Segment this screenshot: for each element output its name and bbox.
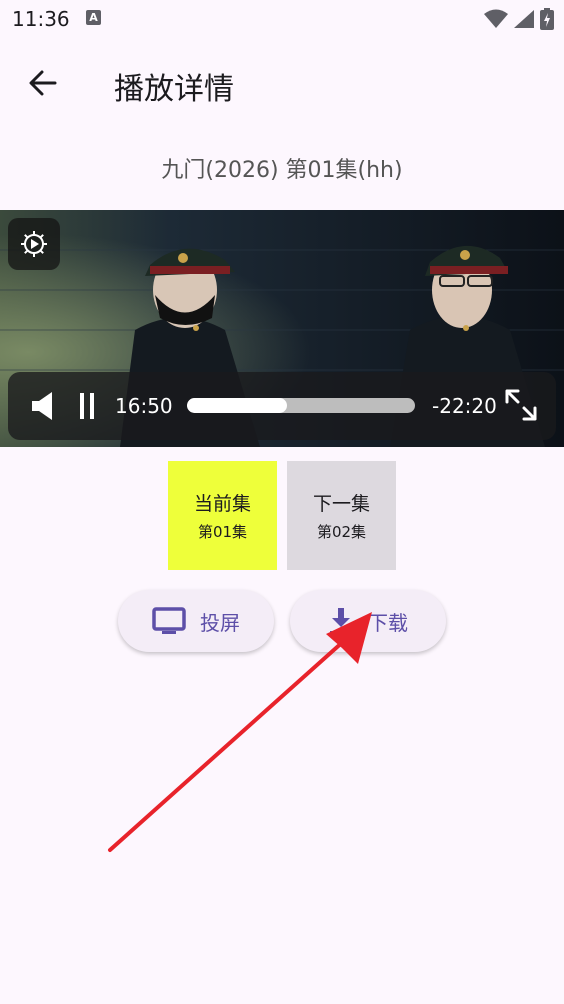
- app-bar: 播放详情: [0, 50, 564, 116]
- wifi-icon: [483, 9, 508, 28]
- annotation-arrow: [108, 612, 372, 852]
- pause-button[interactable]: [78, 391, 96, 425]
- battery-charging-icon: [540, 8, 554, 30]
- progress-fill: [187, 398, 288, 413]
- status-bar: 11:36 A: [0, 0, 564, 38]
- cellular-signal-icon: [513, 10, 534, 28]
- fullscreen-icon: [505, 389, 537, 421]
- video-settings-button[interactable]: [8, 218, 60, 270]
- arrow-left-icon: [29, 70, 57, 96]
- back-button[interactable]: [18, 58, 68, 108]
- status-time: 11:36: [12, 7, 70, 31]
- gear-icon: [21, 231, 47, 257]
- cast-button[interactable]: 投屏: [118, 590, 274, 652]
- fullscreen-button[interactable]: [504, 388, 538, 426]
- episode-title: 当前集: [193, 493, 251, 515]
- volume-button[interactable]: [30, 391, 54, 425]
- episode-card-next[interactable]: 下一集 第02集: [287, 461, 396, 570]
- volume-icon: [32, 392, 52, 420]
- status-icons: [483, 8, 554, 30]
- current-time: 16:50: [115, 394, 173, 418]
- episode-number: 第02集: [316, 523, 367, 541]
- video-controls-bar: 16:50 -22:20: [8, 372, 556, 440]
- cast-label: 投屏: [200, 610, 240, 635]
- download-label: 下载: [368, 610, 408, 635]
- episode-number: 第01集: [197, 523, 248, 541]
- download-icon: [330, 608, 352, 634]
- episode-title: 下一集: [312, 493, 370, 515]
- video-title: 九门(2026) 第01集(hh): [161, 158, 403, 183]
- page-title: 播放详情: [114, 72, 234, 107]
- episode-card-current[interactable]: 当前集 第01集: [168, 461, 277, 570]
- tv-cast-icon: [152, 607, 186, 634]
- notification-a-icon: A: [86, 10, 101, 25]
- download-button[interactable]: 下载: [290, 590, 446, 652]
- remaining-time: -22:20: [432, 394, 497, 418]
- pause-icon: [80, 393, 94, 419]
- progress-slider[interactable]: [187, 398, 415, 413]
